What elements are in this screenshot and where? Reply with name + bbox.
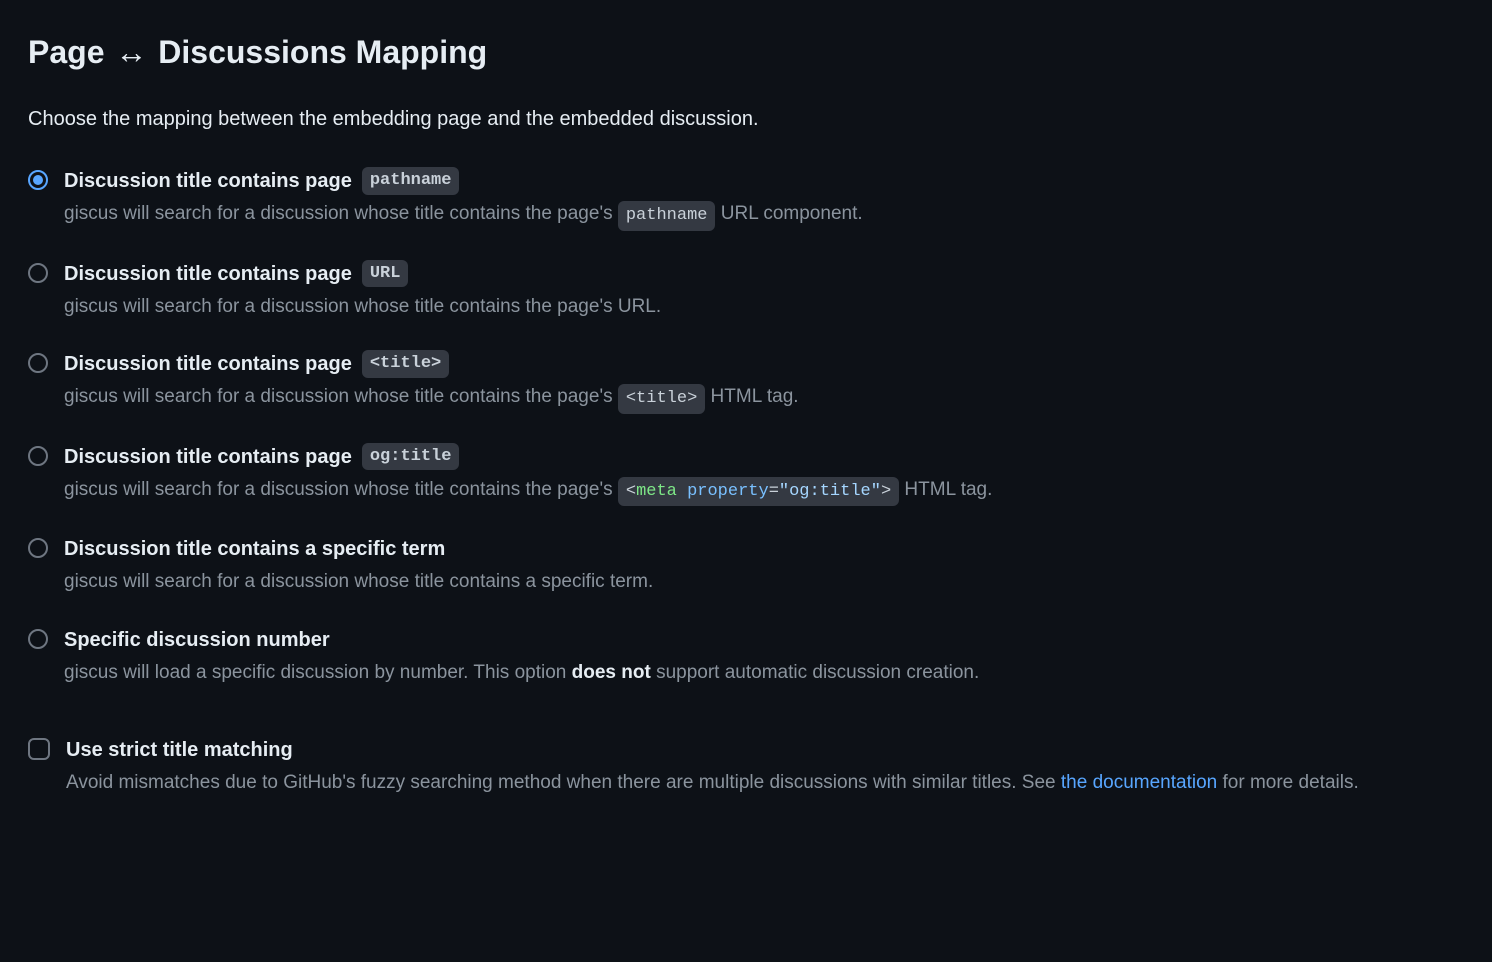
desc-before: giscus will search for a discussion whos… [64, 479, 618, 500]
option-description: giscus will search for a discussion whos… [64, 383, 1464, 414]
option-content: Discussion title contains page pathname … [64, 166, 1464, 231]
radio-title[interactable] [28, 353, 48, 373]
section-subtitle: Choose the mapping between the embedding… [28, 104, 1464, 134]
mapping-option-url: Discussion title contains page URL giscu… [28, 259, 1464, 322]
option-title-text: Use strict title matching [66, 735, 293, 765]
desc-before: Avoid mismatches due to GitHub's fuzzy s… [66, 772, 1061, 793]
mapping-option-label[interactable]: Specific discussion number giscus will l… [28, 625, 1464, 688]
option-description: Avoid mismatches due to GitHub's fuzzy s… [66, 769, 1464, 798]
option-content: Use strict title matching Avoid mismatch… [66, 735, 1464, 798]
desc-before: giscus will search for a discussion whos… [64, 386, 618, 407]
desc-after: HTML tag. [899, 479, 992, 500]
option-description: giscus will search for a discussion whos… [64, 476, 1464, 507]
option-content: Discussion title contains a specific ter… [64, 534, 1464, 597]
option-title: Discussion title contains a specific ter… [64, 534, 1464, 564]
mapping-option-title: Discussion title contains page <title> g… [28, 349, 1464, 414]
tag-name: meta [636, 482, 677, 501]
code-inline-meta: <meta property="og:title"> [618, 477, 899, 507]
option-title: Discussion title contains page <title> [64, 349, 1464, 379]
option-title-text: Discussion title contains page [64, 259, 352, 289]
option-description: giscus will search for a discussion whos… [64, 293, 1464, 322]
code-badge-title: <title> [362, 350, 449, 378]
heading-suffix: Discussions Mapping [158, 34, 487, 70]
code-inline-title: <title> [618, 384, 705, 414]
radio-number[interactable] [28, 629, 48, 649]
mapping-option-label[interactable]: Discussion title contains page <title> g… [28, 349, 1464, 414]
option-title: Use strict title matching [66, 735, 1464, 765]
option-description: giscus will search for a discussion whos… [64, 568, 1464, 597]
desc-after: for more details. [1217, 772, 1359, 793]
code-badge-url: URL [362, 260, 409, 288]
option-title-text: Discussion title contains a specific ter… [64, 534, 445, 564]
bracket-open: < [626, 482, 636, 501]
option-description: giscus will load a specific discussion b… [64, 659, 1464, 688]
desc-before: giscus will search for a discussion whos… [64, 203, 618, 224]
desc-after: HTML tag. [705, 386, 798, 407]
option-content: Specific discussion number giscus will l… [64, 625, 1464, 688]
strict-option-label[interactable]: Use strict title matching Avoid mismatch… [28, 735, 1464, 798]
mapping-option-number: Specific discussion number giscus will l… [28, 625, 1464, 688]
mapping-option-specific-term: Discussion title contains a specific ter… [28, 534, 1464, 597]
option-title: Discussion title contains page URL [64, 259, 1464, 289]
option-title: Discussion title contains page pathname [64, 166, 1464, 196]
mapping-option-label[interactable]: Discussion title contains page pathname … [28, 166, 1464, 231]
desc-strong: does not [572, 662, 651, 683]
documentation-link[interactable]: the documentation [1061, 772, 1217, 793]
mapping-option-ogtitle: Discussion title contains page og:title … [28, 442, 1464, 507]
option-content: Discussion title contains page <title> g… [64, 349, 1464, 414]
option-description: giscus will search for a discussion whos… [64, 200, 1464, 231]
mapping-option-pathname: Discussion title contains page pathname … [28, 166, 1464, 231]
attr-name: property [687, 482, 769, 501]
section-heading: Page ↔ Discussions Mapping [28, 28, 1464, 76]
option-title: Discussion title contains page og:title [64, 442, 1464, 472]
radio-specific-term[interactable] [28, 538, 48, 558]
checkbox-strict[interactable] [28, 738, 50, 760]
desc-before: giscus will load a specific discussion b… [64, 662, 572, 683]
option-content: Discussion title contains page og:title … [64, 442, 1464, 507]
option-content: Discussion title contains page URL giscu… [64, 259, 1464, 322]
eq-sign: = [769, 482, 779, 501]
radio-pathname[interactable] [28, 170, 48, 190]
mapping-option-label[interactable]: Discussion title contains page og:title … [28, 442, 1464, 507]
code-badge-ogtitle: og:title [362, 443, 460, 471]
radio-ogtitle[interactable] [28, 446, 48, 466]
option-title-text: Discussion title contains page [64, 442, 352, 472]
attr-value: "og:title" [779, 482, 881, 501]
bracket-close: > [881, 482, 891, 501]
desc-after: URL component. [715, 203, 862, 224]
heading-prefix: Page [28, 34, 104, 70]
mapping-option-label[interactable]: Discussion title contains page URL giscu… [28, 259, 1464, 322]
option-title: Specific discussion number [64, 625, 1464, 655]
desc-after: support automatic discussion creation. [651, 662, 979, 683]
option-title-text: Discussion title contains page [64, 349, 352, 379]
code-badge-pathname: pathname [362, 167, 460, 195]
double-arrow-icon: ↔ [115, 28, 147, 76]
strict-matching-option: Use strict title matching Avoid mismatch… [28, 735, 1464, 798]
option-title-text: Specific discussion number [64, 625, 330, 655]
code-inline-pathname: pathname [618, 201, 716, 231]
radio-url[interactable] [28, 263, 48, 283]
option-title-text: Discussion title contains page [64, 166, 352, 196]
mapping-option-label[interactable]: Discussion title contains a specific ter… [28, 534, 1464, 597]
